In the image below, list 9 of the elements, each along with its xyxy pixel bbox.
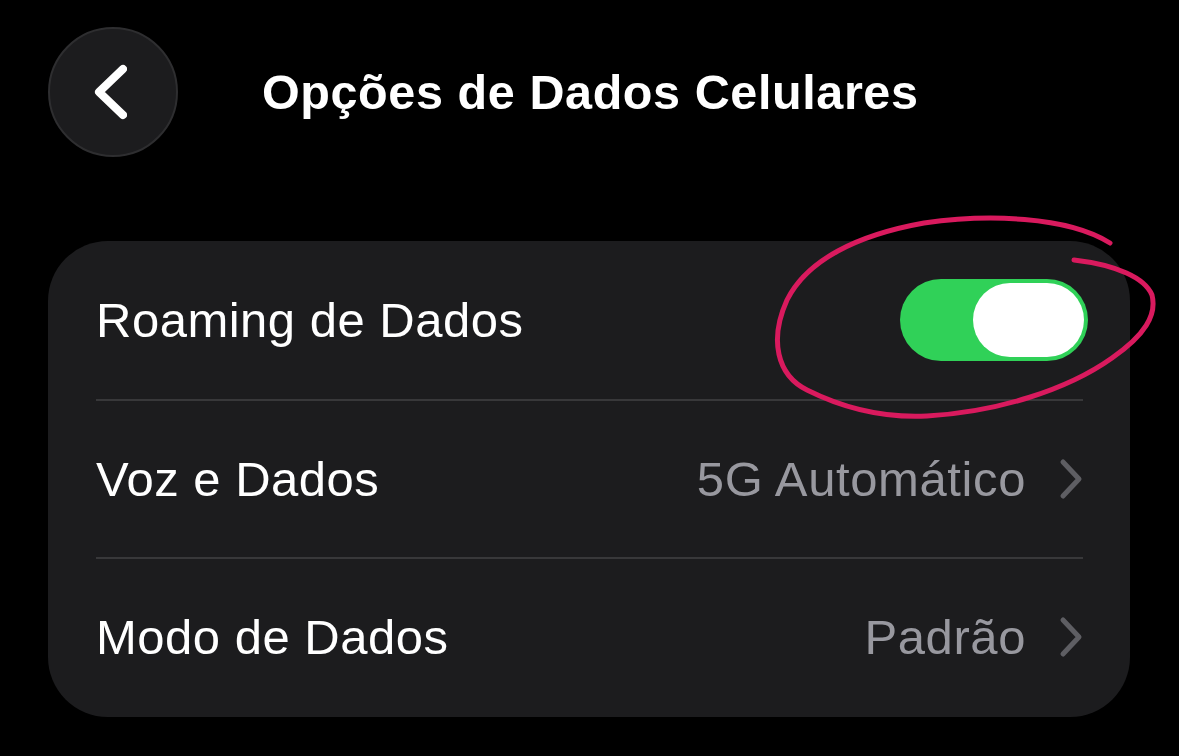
chevron-right-icon bbox=[1059, 458, 1083, 500]
chevron-left-icon bbox=[93, 64, 127, 120]
row-value[interactable]: 5G Automático bbox=[696, 451, 1026, 507]
row-label: Modo de Dados bbox=[96, 609, 449, 665]
row-label: Voz e Dados bbox=[96, 451, 380, 507]
row-label: Roaming de Dados bbox=[96, 292, 524, 348]
page-title: Opções de Dados Celulares bbox=[262, 63, 919, 121]
chevron-right-icon bbox=[1059, 616, 1083, 658]
row-value[interactable]: Padrão bbox=[864, 609, 1026, 665]
